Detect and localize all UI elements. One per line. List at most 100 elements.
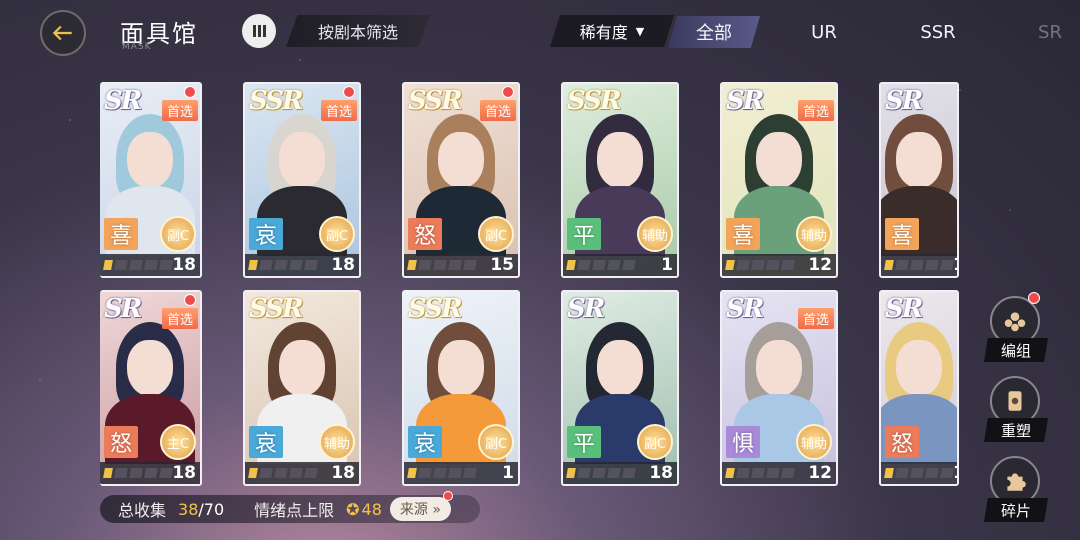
tab-ur[interactable]: UR <box>784 16 864 48</box>
rarity-badge: SSR <box>408 86 463 116</box>
character-card[interactable]: SR 怒 18 <box>879 290 959 486</box>
role-badge: 副C <box>637 424 673 460</box>
rarity-badge: SR <box>567 294 605 324</box>
star-pip <box>248 260 258 270</box>
character-card[interactable]: SR 首选喜 辅助 12 <box>720 82 838 278</box>
reshape-label: 重塑 <box>984 418 1048 442</box>
back-button[interactable] <box>40 10 86 56</box>
star-pip <box>448 260 462 270</box>
star-pip <box>884 260 894 270</box>
card-footer: 18 <box>245 462 359 484</box>
star-pips <box>725 260 808 270</box>
rarity-badge: SSR <box>249 86 304 116</box>
portrait-face <box>597 340 643 396</box>
pause-icon-bar <box>252 25 256 37</box>
star-pip <box>274 468 288 478</box>
star-pip <box>248 468 258 478</box>
star-pip <box>407 468 417 478</box>
star-pip <box>895 260 909 270</box>
character-card[interactable]: SSR 首选哀 副C 18 <box>243 82 361 278</box>
portrait-face <box>438 340 484 396</box>
star-pip <box>103 468 113 478</box>
portrait-face <box>756 132 802 188</box>
rarity-badge: SR <box>104 86 142 116</box>
character-card[interactable]: SSR 哀 辅助 18 <box>243 290 361 486</box>
card-level: 18 <box>649 463 673 483</box>
collection-label: 总收集 <box>118 501 167 520</box>
filter-by-script-button[interactable]: 按剧本筛选 <box>286 15 430 47</box>
star-pips <box>103 468 173 478</box>
rarity-badge: SR <box>885 86 923 116</box>
star-pip <box>766 468 780 478</box>
star-pip <box>259 468 273 478</box>
role-badge: 副C <box>160 216 196 252</box>
star-pips <box>884 468 954 478</box>
star-pip <box>274 260 288 270</box>
character-card[interactable]: SR 平 副C 18 <box>561 290 679 486</box>
source-button[interactable]: 来源 » <box>389 491 453 521</box>
notification-dot <box>343 86 355 98</box>
card-footer: 18 <box>245 254 359 276</box>
emotion-tag: 哀 <box>249 218 283 250</box>
tab-ssr[interactable]: SSR <box>898 16 978 48</box>
card-footer: 18 <box>881 254 957 276</box>
rarity-badge: SSR <box>567 86 622 116</box>
portrait-face <box>279 132 325 188</box>
star-pip <box>433 260 447 270</box>
notification-dot <box>442 491 453 501</box>
star-pip <box>725 468 735 478</box>
portrait-face <box>896 340 942 396</box>
tab-sr[interactable]: SR <box>1020 16 1080 48</box>
collection-bar: 总收集 38 /70 情绪点上限 ✪ 48 来源 » <box>100 491 480 523</box>
portrait-face <box>279 340 325 396</box>
collection-total: /70 <box>198 499 225 519</box>
puzzle-icon <box>1007 473 1026 491</box>
emotion-tag: 喜 <box>726 218 760 250</box>
rarity-badge: SSR <box>408 294 463 324</box>
rarity-dropdown[interactable]: 稀有度 ▼ <box>550 15 674 47</box>
preferred-tag: 首选 <box>320 100 357 121</box>
preferred-tag: 首选 <box>797 100 834 121</box>
card-level: 18 <box>953 463 957 483</box>
role-badge: 副C <box>478 424 514 460</box>
star-pip <box>592 468 606 478</box>
role-badge: 辅助 <box>637 216 673 252</box>
character-card[interactable]: SR 首选喜副C 18 <box>100 82 202 278</box>
card-level: 12 <box>808 255 832 275</box>
card-footer: 1 <box>404 462 518 484</box>
role-badge: 辅助 <box>796 424 832 460</box>
star-pip <box>592 260 606 270</box>
character-card[interactable]: SR 首选怒主C 18 <box>100 290 202 486</box>
star-pip <box>940 468 954 478</box>
star-pip <box>129 260 143 270</box>
pause-button[interactable] <box>242 14 276 48</box>
character-card[interactable]: SSR 首选怒 副C 15 <box>402 82 520 278</box>
star-pips <box>884 260 954 270</box>
card-footer: 18 <box>881 462 957 484</box>
star-pip <box>622 468 636 478</box>
character-card[interactable]: SR 首选惧 辅助 12 <box>720 290 838 486</box>
star-pips <box>407 260 490 270</box>
character-card[interactable]: SSR 哀 副C 1 <box>402 290 520 486</box>
star-pip <box>725 260 735 270</box>
character-card[interactable]: SSR 平 辅助 1 <box>561 82 679 278</box>
tab-all[interactable]: 全部 <box>668 16 760 48</box>
portrait-face <box>127 132 173 188</box>
star-pip <box>418 260 432 270</box>
star-pip <box>144 468 158 478</box>
notification-dot <box>184 86 196 98</box>
emotion-tag: 哀 <box>408 426 442 458</box>
card-level: 15 <box>490 255 514 275</box>
fragments-label: 碎片 <box>984 498 1048 522</box>
pause-icon-bar <box>257 25 261 37</box>
star-pip <box>463 260 477 270</box>
collection-count: 38 <box>178 499 199 519</box>
star-pips <box>248 468 331 478</box>
portrait-face <box>756 340 802 396</box>
character-card[interactable]: SR 喜 18 <box>879 82 959 278</box>
star-pip <box>751 468 765 478</box>
star-pip <box>159 468 173 478</box>
star-pip <box>566 260 576 270</box>
card-level: 18 <box>172 255 196 275</box>
card-footer: 18 <box>100 462 200 484</box>
